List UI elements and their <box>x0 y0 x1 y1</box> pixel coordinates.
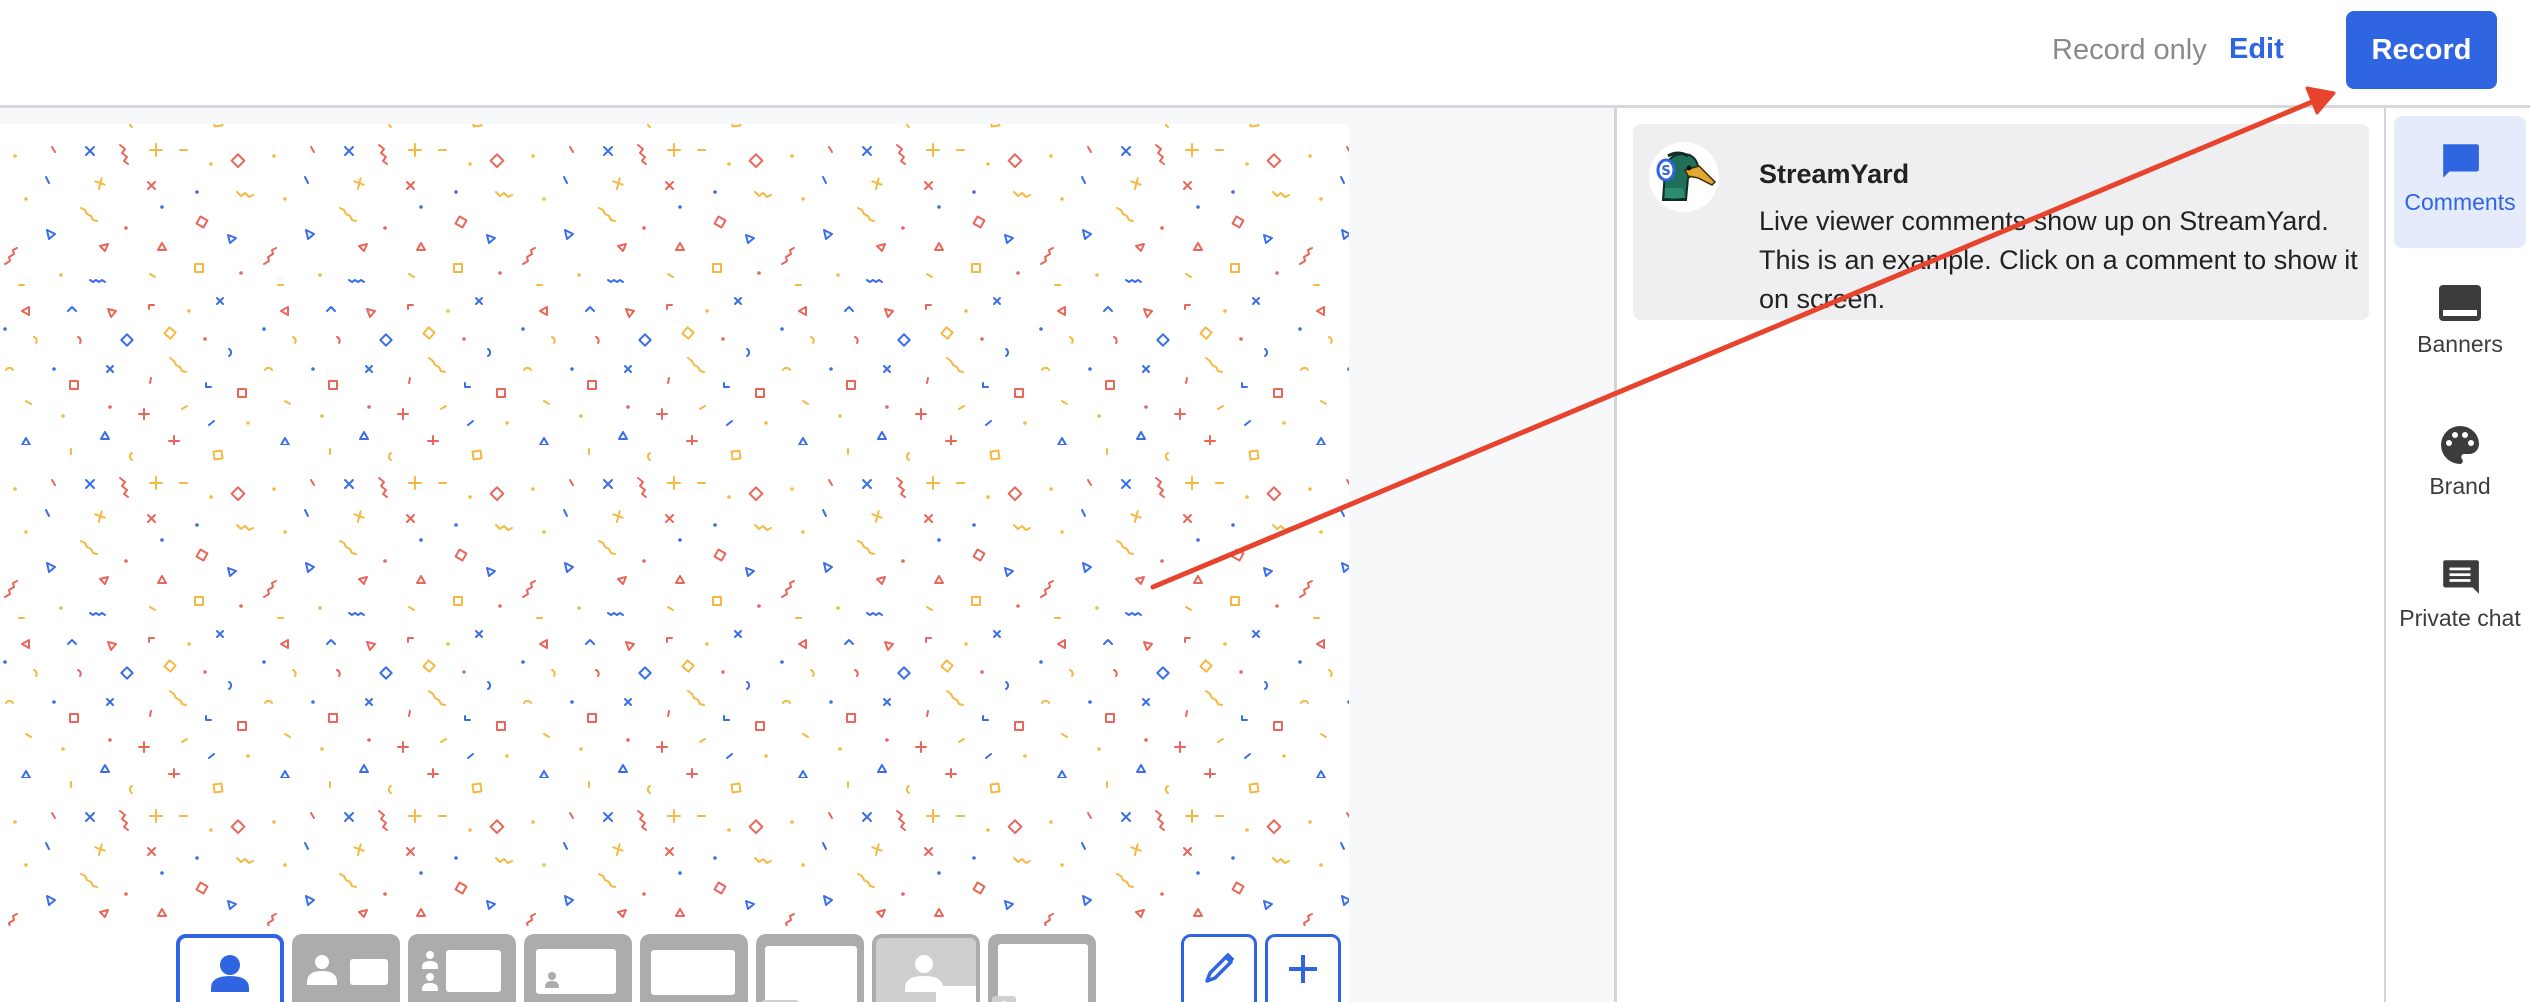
layout-screen-with-group[interactable] <box>756 934 864 1002</box>
record-only-label: Record only <box>2052 34 2207 66</box>
sidebar-item-label: Comments <box>2404 189 2516 215</box>
layout-bar <box>0 926 1349 1002</box>
group-screen-icon <box>422 950 501 992</box>
sidebar-item-label: Private chat <box>2399 605 2521 631</box>
comment-icon <box>2443 144 2479 178</box>
screen-corner-person-icon <box>992 944 1088 1002</box>
comment-item[interactable]: S StreamYard Live viewer comments show u… <box>1633 124 2369 320</box>
avatar: S <box>1649 142 1719 212</box>
top-bar: Record only Edit Record <box>0 0 2530 108</box>
sidebar-item-label: Brand <box>2429 473 2491 499</box>
person-overlay-icon <box>876 938 976 1002</box>
record-button[interactable]: Record <box>2346 11 2497 89</box>
palette-icon <box>2441 426 2479 464</box>
edit-link[interactable]: Edit <box>2229 30 2284 68</box>
sidebar-item-brand[interactable]: Brand <box>2394 412 2526 522</box>
person-icon <box>211 955 249 992</box>
chat-icon <box>2443 560 2479 594</box>
sidebar-item-comments[interactable]: Comments <box>2394 116 2526 248</box>
comments-panel: S StreamYard Live viewer comments show u… <box>1617 108 2383 1002</box>
edit-layout-button[interactable] <box>1181 934 1257 1002</box>
banner-icon <box>2439 285 2481 321</box>
stage-canvas <box>0 124 1349 926</box>
stage-area <box>0 108 1614 1002</box>
person-screen-icon <box>307 955 388 985</box>
sidebar-item-label: Banners <box>2417 331 2503 357</box>
layout-screen-only[interactable] <box>640 934 748 1002</box>
screen-icon <box>651 950 735 995</box>
duck-avatar-icon: S <box>1656 151 1717 201</box>
layout-two-people-and-screen[interactable] <box>408 934 516 1002</box>
svg-text:S: S <box>1661 164 1670 179</box>
comment-text: Live viewer comments show up on StreamYa… <box>1759 206 2358 314</box>
comment-author: StreamYard <box>1759 159 1910 189</box>
layout-person-with-screen-overlay[interactable] <box>872 934 980 1002</box>
confetti-background <box>0 124 1349 926</box>
layout-screen-with-small-person[interactable] <box>524 934 632 1002</box>
plus-icon <box>1289 955 1317 983</box>
screen-group-icon <box>761 946 857 1002</box>
add-button[interactable] <box>1265 934 1341 1002</box>
right-sidebar: Comments Banners Brand Private chat <box>2386 108 2530 1002</box>
layout-solo[interactable] <box>176 934 284 1002</box>
sidebar-item-banners[interactable]: Banners <box>2394 272 2526 382</box>
pencil-icon <box>1205 952 1235 983</box>
sidebar-item-private-chat[interactable]: Private chat <box>2394 544 2526 684</box>
layout-person-and-screen[interactable] <box>292 934 400 1002</box>
screen-person-icon <box>536 949 616 994</box>
layout-screen-with-corner-person[interactable] <box>988 934 1096 1002</box>
